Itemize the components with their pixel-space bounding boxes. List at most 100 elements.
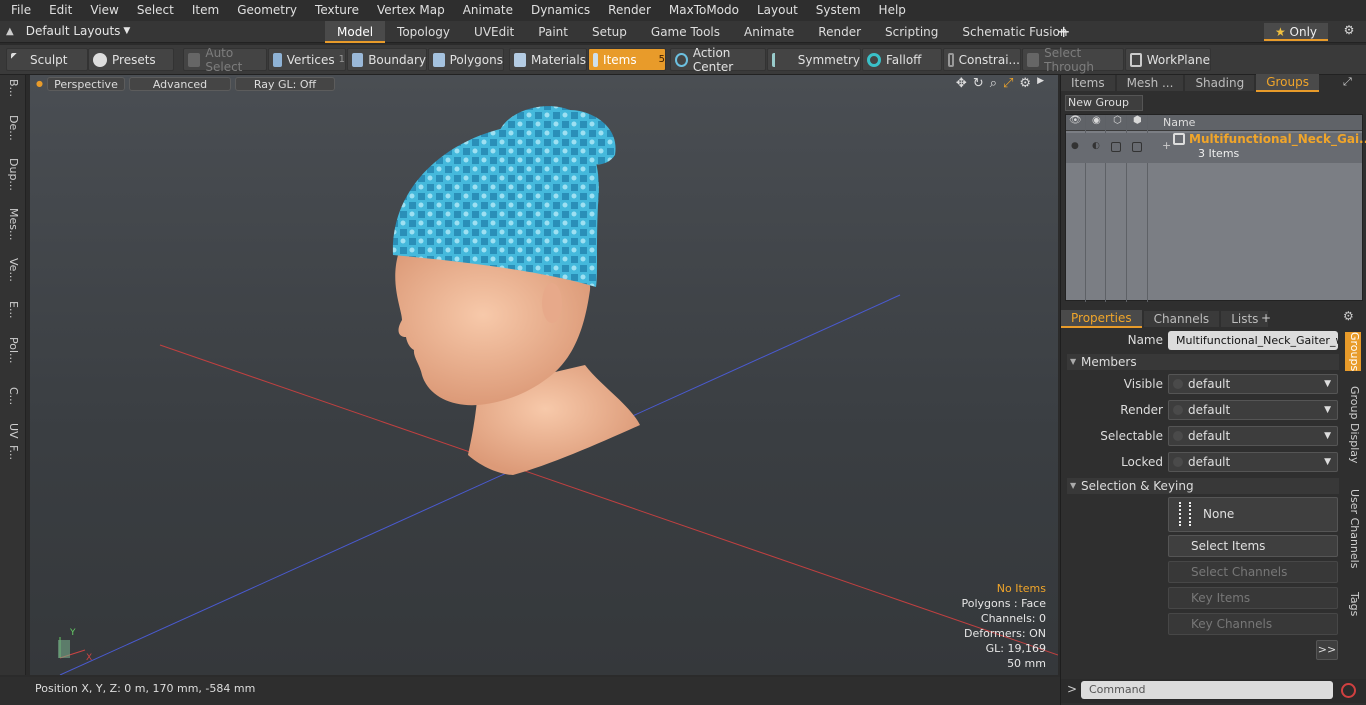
left-tab[interactable]: F... bbox=[4, 445, 20, 460]
expand-plus-icon[interactable]: + bbox=[1162, 139, 1171, 152]
group-render-icon[interactable]: ◐ bbox=[1092, 141, 1100, 151]
menu-item-system[interactable]: System bbox=[807, 0, 870, 21]
side-tab-groups[interactable]: Groups bbox=[1345, 332, 1361, 372]
menu-item-dynamics[interactable]: Dynamics bbox=[522, 0, 599, 21]
tab-uvedit[interactable]: UVEdit bbox=[462, 21, 526, 43]
props-gear-icon[interactable]: ⚙ bbox=[1343, 309, 1354, 323]
none-button[interactable]: None bbox=[1168, 497, 1338, 532]
name-field[interactable]: Multifunctional_Neck_Gaiter_wea bbox=[1168, 331, 1338, 350]
side-tab-tags[interactable]: Tags bbox=[1345, 592, 1361, 616]
side-tab-group-display[interactable]: Group Display bbox=[1345, 386, 1361, 464]
key-channels-button[interactable]: Key Channels bbox=[1168, 613, 1338, 635]
left-tab[interactable]: Pol... bbox=[4, 337, 20, 364]
new-group-button[interactable]: New Group bbox=[1065, 95, 1143, 111]
vertices-button[interactable]: Vertices 1 bbox=[268, 48, 346, 71]
materials-button[interactable]: Materials bbox=[509, 48, 587, 71]
fit-view-icon[interactable]: ⤢ bbox=[1003, 76, 1013, 91]
menu-item-render[interactable]: Render bbox=[599, 0, 660, 21]
tab-items[interactable]: Items bbox=[1061, 75, 1115, 91]
panel-expand-icon[interactable]: ⤢ bbox=[1343, 75, 1352, 89]
action-center-button[interactable]: Action Center bbox=[670, 46, 766, 74]
group-row[interactable]: ● ◐ + Multifunctional_Neck_Gai... 3 Item… bbox=[1066, 132, 1366, 163]
menu-item-view[interactable]: View bbox=[81, 0, 127, 21]
record-icon[interactable] bbox=[1341, 683, 1356, 698]
falloff-button[interactable]: Falloff bbox=[862, 48, 942, 71]
left-tab[interactable]: C... bbox=[4, 387, 20, 405]
group-eye-icon[interactable]: ● bbox=[1071, 141, 1079, 151]
tab-properties[interactable]: Properties bbox=[1061, 310, 1142, 328]
viewport-expand-icon[interactable]: ▶ bbox=[1037, 76, 1044, 91]
command-input[interactable]: Command bbox=[1081, 681, 1333, 699]
menu-item-file[interactable]: File bbox=[2, 0, 40, 21]
menu-item-geometry[interactable]: Geometry bbox=[228, 0, 306, 21]
render-dropdown[interactable]: default ▼ bbox=[1168, 400, 1338, 420]
tab-channels[interactable]: Channels bbox=[1143, 311, 1220, 327]
perspective-dropdown[interactable]: Perspective bbox=[46, 76, 125, 91]
only-toggle[interactable]: ★ Only bbox=[1264, 23, 1328, 41]
tab-scripting[interactable]: Scripting bbox=[873, 21, 950, 43]
group-item-count: 3 Items bbox=[1198, 147, 1240, 160]
group-lock-checkbox[interactable] bbox=[1132, 142, 1142, 152]
tab-groups[interactable]: Groups bbox=[1256, 74, 1319, 92]
tab-topology[interactable]: Topology bbox=[385, 21, 462, 43]
more-button[interactable]: >> bbox=[1316, 640, 1338, 660]
left-tab[interactable]: Ve... bbox=[4, 258, 20, 282]
tab-shading[interactable]: Shading bbox=[1185, 75, 1255, 91]
viewport-gear-icon[interactable]: ⚙ bbox=[1019, 76, 1031, 91]
menu-item-edit[interactable]: Edit bbox=[40, 0, 81, 21]
selection-keying-section[interactable]: ▼ Selection & Keying bbox=[1067, 478, 1339, 494]
menu-item-layout[interactable]: Layout bbox=[748, 0, 807, 21]
visible-dropdown[interactable]: default ▼ bbox=[1168, 374, 1338, 394]
group-select-checkbox[interactable] bbox=[1111, 142, 1121, 152]
menu-item-texture[interactable]: Texture bbox=[306, 0, 368, 21]
left-tab[interactable]: E... bbox=[4, 301, 20, 318]
advanced-dropdown[interactable]: Advanced bbox=[128, 76, 231, 91]
key-items-button[interactable]: Key Items bbox=[1168, 587, 1338, 609]
left-tab[interactable]: UV bbox=[4, 423, 20, 439]
menu-item-maxtomodo[interactable]: MaxToModo bbox=[660, 0, 748, 21]
left-tab[interactable]: De... bbox=[4, 115, 20, 141]
gear-icon[interactable]: ⚙ bbox=[1339, 23, 1359, 41]
select-through-button[interactable]: Select Through bbox=[1022, 46, 1124, 74]
sculpt-button[interactable]: Sculpt bbox=[6, 48, 88, 71]
members-section[interactable]: ▼ Members bbox=[1067, 354, 1339, 370]
menu-item-vertex-map[interactable]: Vertex Map bbox=[368, 0, 454, 21]
layouts-dropdown[interactable]: ▲ Default Layouts ▼ bbox=[6, 24, 130, 38]
select-channels-button[interactable]: Select Channels bbox=[1168, 561, 1338, 583]
boundary-button[interactable]: Boundary bbox=[347, 48, 427, 71]
menu-item-help[interactable]: Help bbox=[870, 0, 915, 21]
selectable-dropdown[interactable]: default ▼ bbox=[1168, 426, 1338, 446]
left-tab[interactable]: B... bbox=[4, 79, 20, 97]
tab-setup[interactable]: Setup bbox=[580, 21, 639, 43]
tab-paint[interactable]: Paint bbox=[526, 21, 580, 43]
menu-item-item[interactable]: Item bbox=[183, 0, 228, 21]
polygons-button[interactable]: Polygons bbox=[428, 48, 504, 71]
star-icon: ★ bbox=[1274, 25, 1286, 39]
menu-item-animate[interactable]: Animate bbox=[454, 0, 522, 21]
auto-select-button[interactable]: Auto Select bbox=[183, 46, 267, 74]
tab-render[interactable]: Render bbox=[806, 21, 873, 43]
add-tab-icon[interactable]: + bbox=[1261, 311, 1271, 325]
items-button[interactable]: Items 5 bbox=[588, 48, 666, 71]
add-tab-icon[interactable]: + bbox=[1057, 21, 1070, 43]
workplane-button[interactable]: WorkPlane bbox=[1125, 48, 1211, 71]
move-view-icon[interactable]: ✥ bbox=[956, 76, 967, 91]
rotate-view-icon[interactable]: ↻ bbox=[973, 76, 984, 91]
tab-game-tools[interactable]: Game Tools bbox=[639, 21, 732, 43]
tab-mesh[interactable]: Mesh ... bbox=[1116, 75, 1184, 91]
zoom-view-icon[interactable]: ⌕ bbox=[990, 76, 997, 91]
presets-button[interactable]: Presets bbox=[88, 48, 174, 71]
constraints-button[interactable]: Constrai... bbox=[943, 48, 1021, 71]
select-items-button[interactable]: Select Items bbox=[1168, 535, 1338, 557]
side-tab-user-channels[interactable]: User Channels bbox=[1345, 489, 1361, 568]
group-list[interactable]: 👁 ◉ ⬡ ⬢ Name ● ◐ + Multifunctional_Neck_… bbox=[1065, 114, 1366, 302]
left-tab[interactable]: Dup... bbox=[4, 158, 20, 191]
left-tab[interactable]: Mes... bbox=[4, 208, 20, 240]
tab-animate[interactable]: Animate bbox=[732, 21, 806, 43]
menu-item-select[interactable]: Select bbox=[128, 0, 183, 21]
3d-viewport[interactable]: Y X ● Perspective Advanced Ray GL: Off ✥… bbox=[30, 75, 1058, 675]
tab-model[interactable]: Model bbox=[325, 21, 386, 43]
raygl-toggle[interactable]: Ray GL: Off bbox=[234, 76, 335, 91]
locked-dropdown[interactable]: default ▼ bbox=[1168, 452, 1338, 472]
symmetry-button[interactable]: Symmetry bbox=[767, 48, 861, 71]
